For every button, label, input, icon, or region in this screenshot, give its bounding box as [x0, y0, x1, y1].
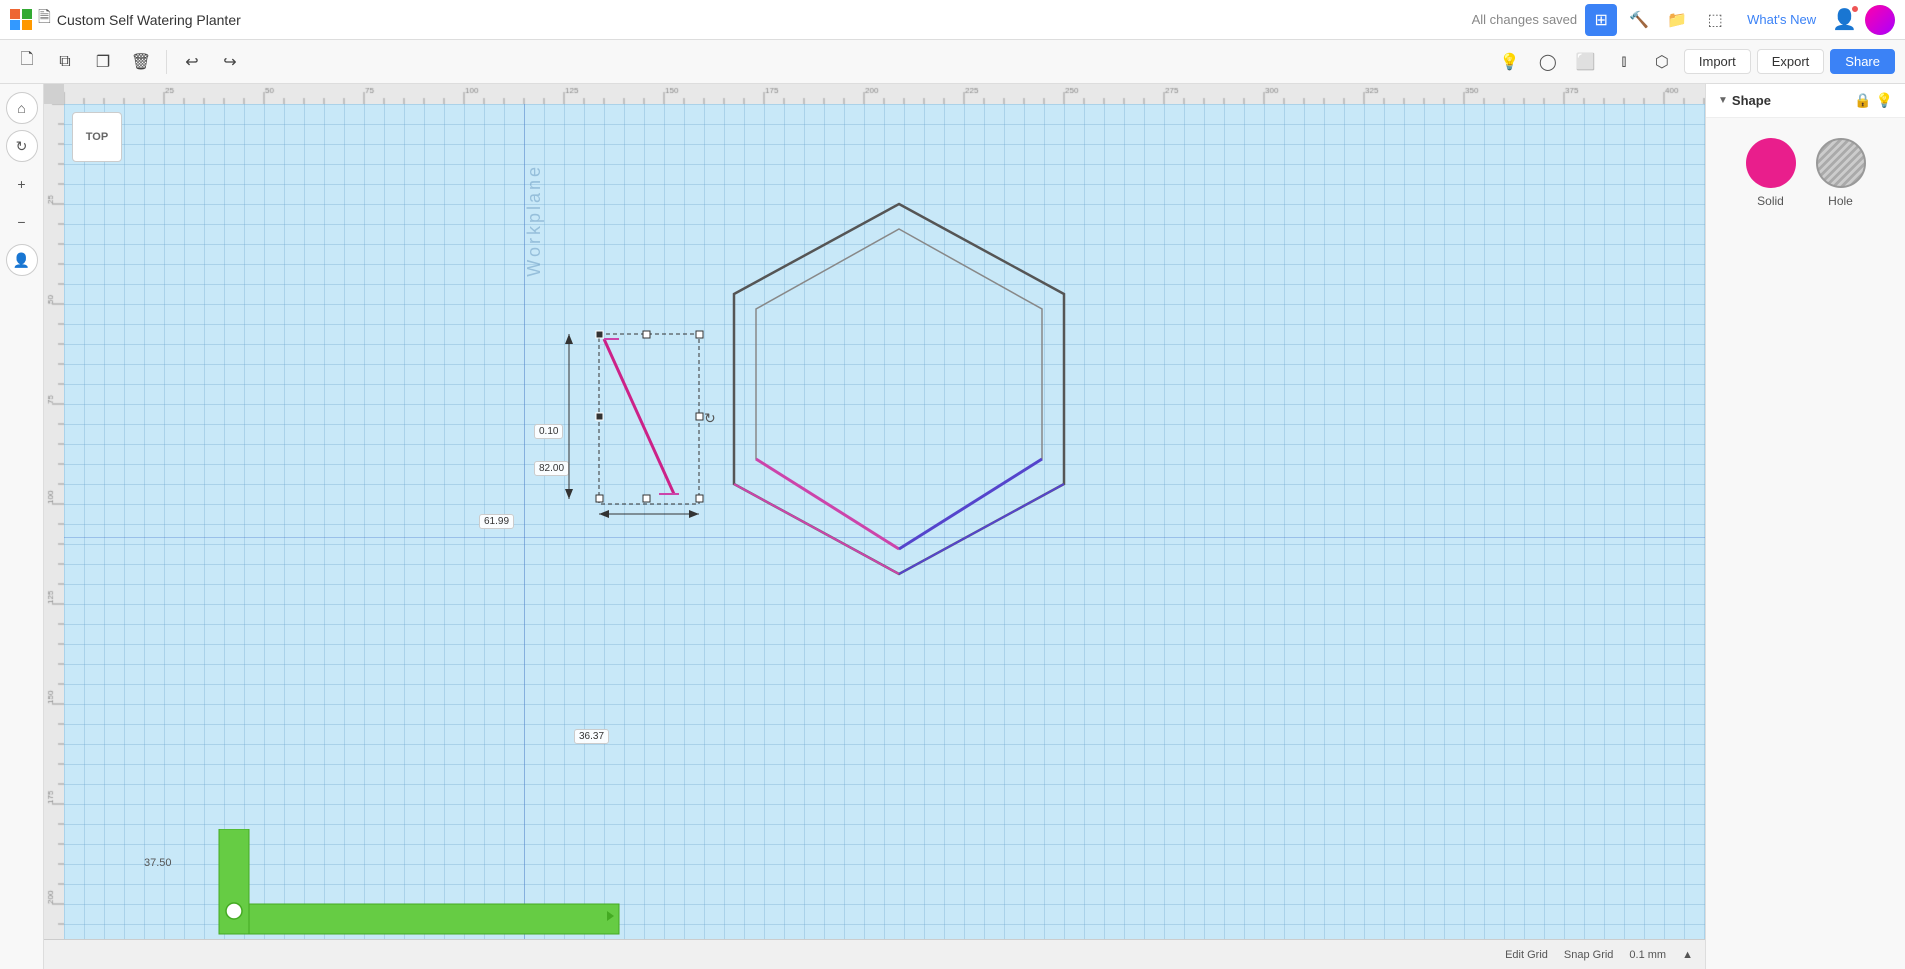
- snap-grid-arrow[interactable]: ▲: [1682, 949, 1693, 961]
- right-panel: ▼ Shape 🔒 💡 Solid Hole: [1705, 84, 1905, 969]
- delete-btn[interactable]: 🗑: [124, 45, 158, 79]
- dim-label-6199: 61.99: [479, 514, 514, 529]
- hole-option[interactable]: Hole: [1816, 138, 1866, 208]
- toolbar2-right: 💡 ◯ ⬜ ⫾ ⬡ Import Export Share: [1494, 46, 1895, 78]
- left-sidebar: ⌂ ↻ + − 👤: [0, 84, 44, 969]
- canvas-area[interactable]: TOP Workplane: [44, 84, 1705, 969]
- logo-sq-red: [10, 9, 20, 19]
- avatar-image: [1865, 5, 1895, 35]
- bulb-panel-btn[interactable]: 💡: [1876, 92, 1893, 109]
- document-icon: 🗎: [38, 6, 51, 33]
- solid-label: Solid: [1757, 194, 1784, 208]
- zoom-out-btn[interactable]: −: [6, 206, 38, 238]
- hexagon-shape[interactable]: [684, 194, 1114, 624]
- zoom-in-btn[interactable]: +: [6, 168, 38, 200]
- ruler-top: [64, 84, 1705, 104]
- svg-text:↻: ↻: [704, 410, 716, 426]
- dim-label-3637: 36.37: [574, 729, 609, 744]
- rotate-btn[interactable]: ↻: [6, 130, 38, 162]
- person-btn[interactable]: 👤: [6, 244, 38, 276]
- user-notifications[interactable]: 👤: [1832, 7, 1857, 32]
- frame-btn[interactable]: ⬚: [1699, 4, 1731, 36]
- undo-btn[interactable]: ↩: [175, 45, 209, 79]
- snap-grid-label: Snap Grid: [1564, 949, 1614, 961]
- whats-new-link[interactable]: What's New: [1739, 12, 1824, 27]
- logo-sq-orange: [22, 20, 32, 30]
- export-button[interactable]: Export: [1757, 49, 1825, 74]
- shape-options: Solid Hole: [1706, 118, 1905, 228]
- split-btn[interactable]: ⬡: [1646, 46, 1678, 78]
- copy-btn[interactable]: ⧉: [48, 45, 82, 79]
- hammer-btn[interactable]: 🔨: [1623, 4, 1655, 36]
- hole-circle[interactable]: [1816, 138, 1866, 188]
- hole-label: Hole: [1828, 194, 1853, 208]
- user-avatar[interactable]: [1865, 5, 1895, 35]
- lock-icon-btn[interactable]: 🔒: [1854, 92, 1871, 109]
- share-button[interactable]: Share: [1830, 49, 1895, 74]
- logo: 🗎 Custom Self Watering Planter: [10, 6, 241, 33]
- edit-grid-btn[interactable]: Edit Grid: [1505, 949, 1548, 961]
- topbar-nav-icons: ⊞ 🔨 📁 ⬚: [1585, 4, 1731, 36]
- new-file-btn[interactable]: 🗋: [10, 45, 44, 79]
- project-title: Custom Self Watering Planter: [57, 12, 241, 28]
- view-label-top: TOP: [72, 112, 122, 162]
- bulb-icon-btn[interactable]: 💡: [1494, 46, 1526, 78]
- selected-shape[interactable]: ↻: [544, 329, 744, 529]
- panel-chevron-icon[interactable]: ▼: [1718, 95, 1728, 106]
- home-btn[interactable]: ⌂: [6, 92, 38, 124]
- saved-status: All changes saved: [1472, 12, 1578, 27]
- redo-btn[interactable]: ↪: [213, 45, 247, 79]
- solid-circle[interactable]: [1746, 138, 1796, 188]
- green-l-shape[interactable]: [64, 829, 624, 939]
- import-button[interactable]: Import: [1684, 49, 1751, 74]
- snap-grid-value: 0.1 mm: [1629, 949, 1666, 961]
- duplicate-btn[interactable]: ❐: [86, 45, 120, 79]
- ruler-left: [44, 104, 64, 939]
- status-bar: Edit Grid Snap Grid 0.1 mm ▲: [44, 939, 1705, 969]
- shape-panel-title: Shape: [1732, 93, 1850, 108]
- notification-dot: [1851, 5, 1859, 13]
- square-outline-btn[interactable]: ⬜: [1570, 46, 1602, 78]
- shape-panel-header: ▼ Shape 🔒 💡: [1706, 84, 1905, 118]
- circle-outline-btn[interactable]: ◯: [1532, 46, 1564, 78]
- secondary-toolbar: 🗋 ⧉ ❐ 🗑 ↩ ↪ 💡 ◯ ⬜ ⫾ ⬡ Import Export Shar…: [0, 40, 1905, 84]
- align-btn[interactable]: ⫾: [1608, 46, 1640, 78]
- main-area: ⌂ ↻ + − 👤 TOP Workplane: [0, 84, 1905, 969]
- grid-view-btn[interactable]: ⊞: [1585, 4, 1617, 36]
- logo-sq-blue: [10, 20, 20, 30]
- topbar: 🗎 Custom Self Watering Planter All chang…: [0, 0, 1905, 40]
- logo-sq-green: [22, 9, 32, 19]
- folder-btn[interactable]: 📁: [1661, 4, 1693, 36]
- toolbar-separator: [166, 50, 167, 74]
- solid-option[interactable]: Solid: [1746, 138, 1796, 208]
- logo-squares: [10, 9, 32, 31]
